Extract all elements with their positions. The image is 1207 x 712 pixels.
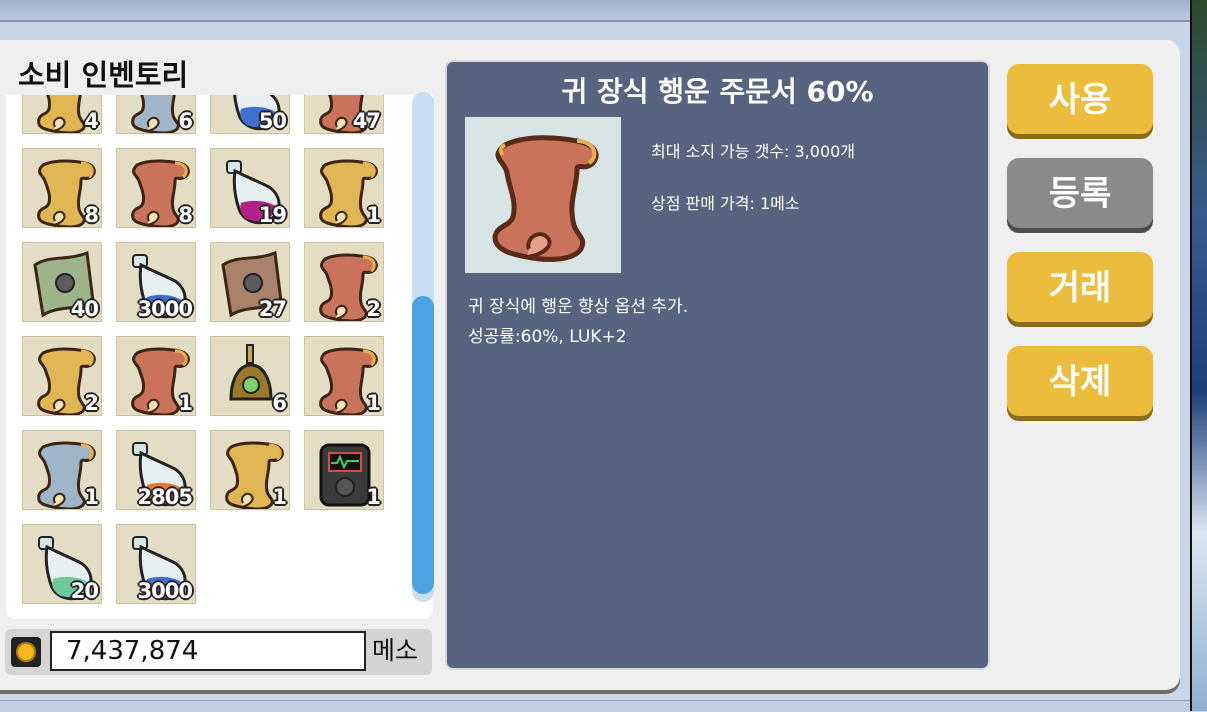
item-quantity: 8: [84, 203, 99, 227]
item-quantity: 1: [366, 391, 381, 415]
scroll-icon: [492, 135, 599, 262]
item-quantity: 40: [70, 297, 99, 321]
background-game-strip: [1190, 0, 1207, 711]
bottom-bar: [0, 700, 1190, 712]
item-quantity: 50: [258, 109, 287, 133]
item-quantity: 19: [258, 203, 287, 227]
inventory-slot[interactable]: 47: [304, 95, 384, 134]
item-quantity: 2805: [137, 485, 193, 509]
inventory-slot[interactable]: 40: [22, 242, 102, 322]
inventory-slot[interactable]: 3000: [116, 242, 196, 322]
meso-unit-label: 메소: [372, 636, 419, 665]
item-quantity: 1: [272, 485, 287, 509]
item-description-line1: 귀 장식에 행운 향상 옵션 추가.: [468, 297, 689, 317]
register-button[interactable]: 등록: [1007, 158, 1153, 228]
inventory-panel: 4 6 50 47 8 8 19 1 40 3000 27 2 2 1 6 1 1 2805 1 1 20 3000: [6, 95, 433, 619]
inventory-slot[interactable]: 50: [210, 95, 290, 134]
inventory-slot[interactable]: 1: [304, 148, 384, 228]
item-quantity: 1: [366, 485, 381, 509]
inventory-slot[interactable]: 1: [304, 336, 384, 416]
inventory-slot[interactable]: 1: [210, 430, 290, 510]
item-quantity: 1: [178, 391, 193, 415]
inventory-slot[interactable]: 2: [304, 242, 384, 322]
meso-coin-icon: [11, 637, 41, 667]
item-quantity: 6: [178, 109, 193, 133]
inventory-slot[interactable]: 20: [22, 524, 102, 604]
inventory-slot[interactable]: 2805: [116, 430, 196, 510]
item-quantity: 1: [366, 203, 381, 227]
inventory-title: 소비 인벤토리: [18, 58, 189, 92]
inventory-grid: 4 6 50 47 8 8 19 1 40 3000 27 2 2 1 6 1 1 2805 1 1 20 3000: [22, 95, 402, 604]
delete-button[interactable]: 삭제: [1007, 346, 1153, 416]
max-stack-text: 최대 소지 가능 갯수: 3,000개: [651, 142, 856, 161]
inventory-slot[interactable]: 2: [22, 336, 102, 416]
inventory-slot[interactable]: 1: [22, 430, 102, 510]
inventory-slot[interactable]: 8: [22, 148, 102, 228]
item-preview: [465, 117, 621, 273]
meso-amount: 7,437,874: [50, 631, 366, 671]
item-quantity: 4: [84, 109, 99, 133]
inventory-slot[interactable]: 8: [116, 148, 196, 228]
inventory-slot[interactable]: 1: [304, 430, 384, 510]
item-quantity: 47: [352, 109, 381, 133]
item-quantity: 8: [178, 203, 193, 227]
item-name: 귀 장식 행운 주문서 60%: [561, 75, 874, 108]
shop-price-text: 상점 판매 가격: 1메소: [651, 194, 800, 213]
item-description-line2: 성공률:60%, LUK+2: [468, 327, 627, 347]
inventory-slot[interactable]: 3000: [116, 524, 196, 604]
inventory-slot[interactable]: 1: [116, 336, 196, 416]
inventory-slot[interactable]: 19: [210, 148, 290, 228]
item-quantity: 2: [84, 391, 99, 415]
top-bar: [0, 0, 1190, 22]
item-quantity: 2: [366, 297, 381, 321]
inventory-slot[interactable]: 6: [116, 95, 196, 134]
item-quantity: 27: [258, 297, 287, 321]
item-quantity: 3000: [137, 579, 193, 603]
inventory-slot[interactable]: 27: [210, 242, 290, 322]
scrollbar-thumb[interactable]: [412, 296, 434, 594]
item-quantity: 3000: [137, 297, 193, 321]
inventory-slot[interactable]: 4: [22, 95, 102, 134]
inventory-slot[interactable]: 6: [210, 336, 290, 416]
item-quantity: 1: [84, 485, 99, 509]
item-quantity: 20: [70, 579, 99, 603]
trade-button[interactable]: 거래: [1007, 252, 1153, 322]
use-button[interactable]: 사용: [1007, 64, 1153, 134]
item-quantity: 6: [272, 391, 287, 415]
